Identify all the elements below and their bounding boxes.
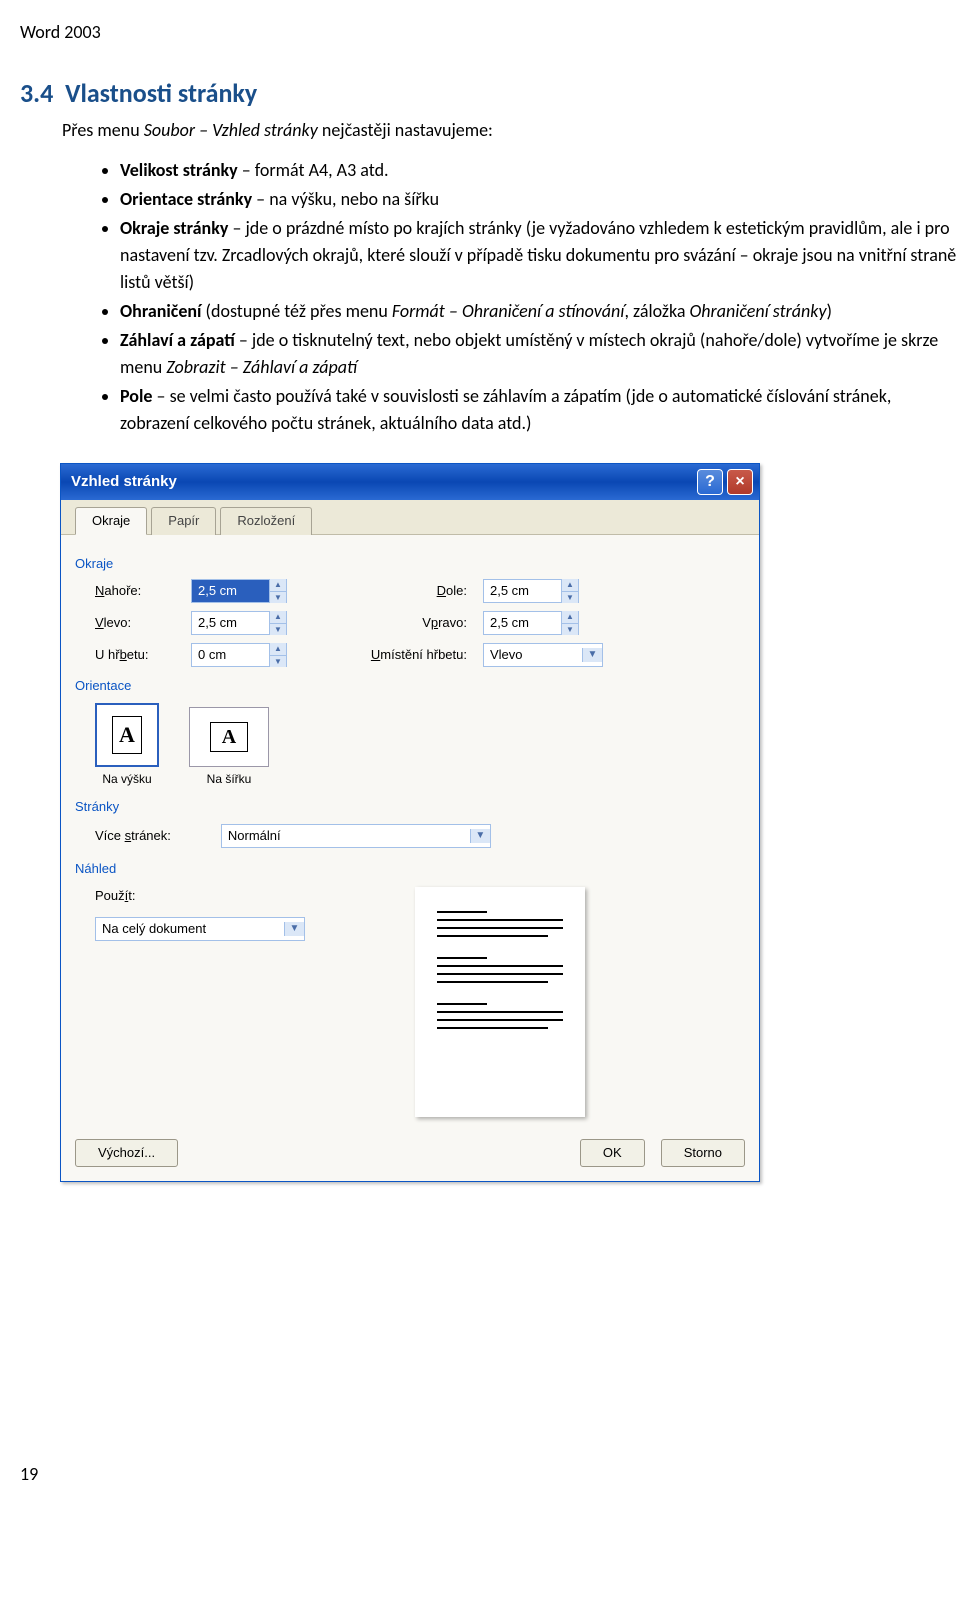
dialog-titlebar[interactable]: Vzhled stránky ? × — [61, 464, 759, 500]
label-nahore: Nahoře: — [95, 582, 175, 600]
group-orientace: Orientace — [75, 677, 745, 695]
spin-dole[interactable]: 2,5 cm ▲▼ — [483, 579, 579, 603]
list-item: Pole – se velmi často používá také v sou… — [120, 383, 960, 437]
close-button[interactable]: × — [727, 469, 753, 495]
spin-up-icon[interactable]: ▲ — [270, 579, 286, 591]
spin-down-icon[interactable]: ▼ — [562, 624, 578, 635]
list-item: Okraje stránky – jde o prázdné místo po … — [120, 215, 960, 296]
dialog-title: Vzhled stránky — [71, 471, 693, 492]
combo-vice-stranek[interactable]: Normální ▼ — [221, 824, 491, 848]
help-button[interactable]: ? — [697, 469, 723, 495]
list-item: Orientace stránky – na výšku, nebo na ší… — [120, 186, 960, 213]
tab-papir[interactable]: Papír — [151, 507, 216, 535]
cancel-button[interactable]: Storno — [661, 1139, 745, 1167]
group-nahled: Náhled — [75, 860, 745, 878]
group-stranky: Stránky — [75, 798, 745, 816]
tab-okraje[interactable]: Okraje — [75, 507, 147, 535]
intro-paragraph: Přes menu Soubor – Vzhled stránky nejčas… — [62, 118, 960, 143]
spin-uhrbetu[interactable]: 0 cm ▲▼ — [191, 643, 287, 667]
chevron-down-icon: ▼ — [284, 922, 304, 936]
page-setup-dialog: Vzhled stránky ? × Okraje Papír Rozložen… — [60, 463, 760, 1182]
section-number: 3.4 — [20, 77, 53, 109]
list-item: Velikost stránky – formát A4, A3 atd. — [120, 157, 960, 184]
tab-strip: Okraje Papír Rozložení — [75, 507, 745, 535]
help-icon: ? — [705, 471, 715, 493]
bullet-list: Velikost stránky – formát A4, A3 atd. Or… — [120, 157, 960, 437]
chevron-down-icon: ▼ — [582, 648, 602, 662]
combo-umisteni[interactable]: Vlevo ▼ — [483, 643, 603, 667]
close-icon: × — [735, 471, 744, 493]
landscape-icon: A — [210, 722, 248, 752]
spin-nahore[interactable]: 2,5 cm ▲▼ — [191, 579, 287, 603]
portrait-icon: A — [112, 716, 142, 754]
spin-down-icon[interactable]: ▼ — [270, 592, 286, 603]
spin-up-icon[interactable]: ▲ — [270, 643, 286, 655]
label-uhrbetu: U hřbetu: — [95, 646, 175, 664]
spin-vlevo[interactable]: 2,5 cm ▲▼ — [191, 611, 287, 635]
list-item: Ohraničení (dostupné též přes menu Formá… — [120, 298, 960, 325]
label-dole: Dole: — [337, 582, 467, 600]
portrait-box: A — [95, 703, 159, 767]
label-vice: Více stránek: — [95, 827, 171, 845]
orient-landscape[interactable]: A Na šířku — [189, 707, 269, 788]
group-okraje: Okraje — [75, 555, 745, 573]
spin-vpravo[interactable]: 2,5 cm ▲▼ — [483, 611, 579, 635]
default-button[interactable]: Výchozí... — [75, 1139, 178, 1167]
spin-down-icon[interactable]: ▼ — [562, 592, 578, 603]
orient-portrait[interactable]: A Na výšku — [95, 703, 159, 788]
page-number: 19 — [20, 1462, 960, 1487]
spin-up-icon[interactable]: ▲ — [562, 579, 578, 591]
label-vlevo: Vlevo: — [95, 614, 175, 632]
ok-button[interactable]: OK — [580, 1139, 645, 1167]
spin-down-icon[interactable]: ▼ — [270, 656, 286, 667]
combo-pouzit[interactable]: Na celý dokument ▼ — [95, 917, 305, 941]
tab-rozlozeni[interactable]: Rozložení — [220, 507, 312, 535]
label-vpravo: Vpravo: — [337, 614, 467, 632]
chevron-down-icon: ▼ — [470, 829, 490, 843]
label-pouzit: Použít: — [95, 887, 355, 905]
section-title: Vlastnosti stránky — [65, 77, 257, 109]
label-umisteni: Umístění hřbetu: — [337, 646, 467, 664]
spin-down-icon[interactable]: ▼ — [270, 624, 286, 635]
list-item: Záhlaví a zápatí – jde o tisknutelný tex… — [120, 327, 960, 381]
landscape-box: A — [189, 707, 269, 767]
spin-up-icon[interactable]: ▲ — [562, 611, 578, 623]
doc-header: Word 2003 — [20, 20, 960, 45]
dialog-body: Okraje Nahoře: 2,5 cm ▲▼ Dole: 2,5 cm ▲▼… — [61, 534, 759, 1181]
section-heading: 3.4 Vlastnosti stránky — [20, 75, 960, 111]
preview-page — [415, 887, 585, 1117]
spin-up-icon[interactable]: ▲ — [270, 611, 286, 623]
